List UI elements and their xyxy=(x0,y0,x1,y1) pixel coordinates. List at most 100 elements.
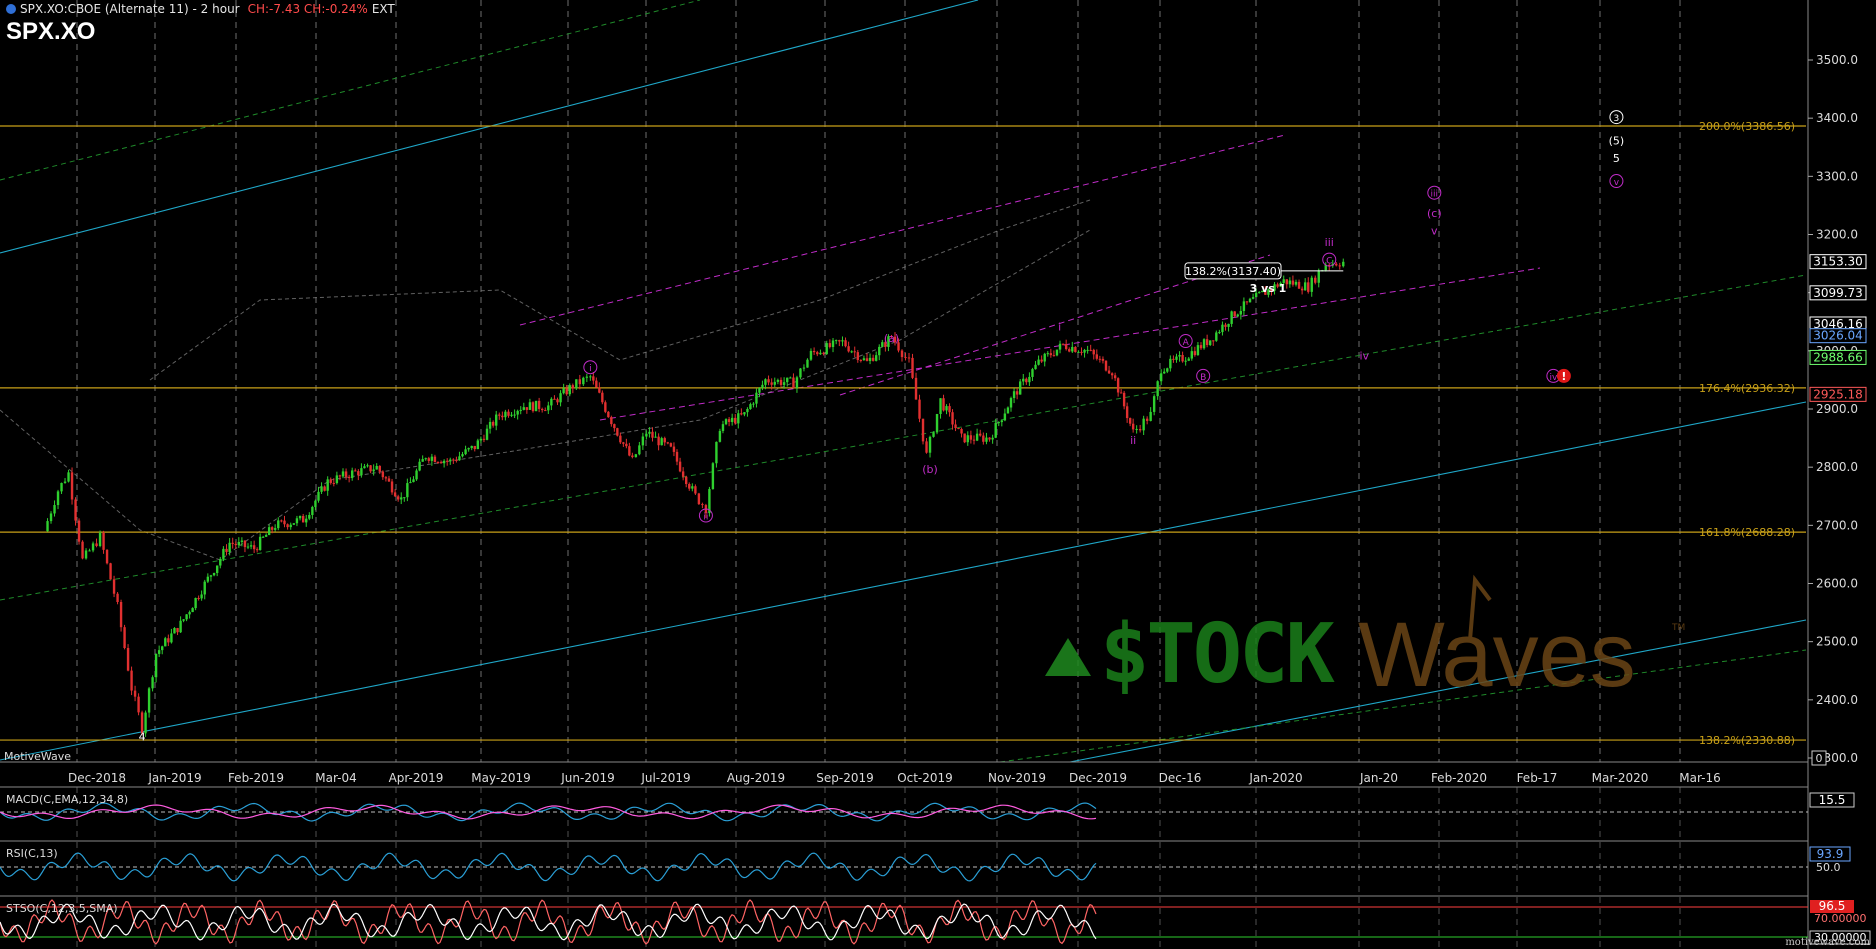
candle-body xyxy=(831,340,835,348)
candle-body xyxy=(645,433,648,437)
candle-body xyxy=(403,497,406,499)
candle-body xyxy=(173,628,176,634)
candle-body xyxy=(779,379,783,385)
candle-body xyxy=(874,355,878,361)
candle-body xyxy=(1224,324,1227,327)
wave-label: v xyxy=(1614,178,1620,188)
candle-body xyxy=(1135,428,1138,430)
candle-body xyxy=(212,573,216,576)
candle-body xyxy=(928,436,932,453)
candle-body xyxy=(1317,271,1320,283)
candle-body xyxy=(133,690,137,697)
candle-body xyxy=(610,417,613,425)
candle-body xyxy=(95,543,98,547)
channel-line-dashed xyxy=(0,0,701,181)
candle-body xyxy=(130,670,133,691)
price-marker-label: 3153.30 xyxy=(1813,255,1863,269)
candle-body xyxy=(701,504,704,506)
channel-line xyxy=(0,401,1807,761)
candle-body xyxy=(782,382,786,385)
candle-body xyxy=(582,377,585,385)
candle-body xyxy=(862,358,866,360)
candle-body xyxy=(273,528,277,530)
candle-body xyxy=(436,462,440,464)
candle-body xyxy=(1239,310,1243,315)
candle-body xyxy=(592,376,595,381)
fib-level-label: 200.0%(3386.56) xyxy=(1699,120,1795,133)
candle-body xyxy=(988,437,991,440)
wave-label: C xyxy=(1326,257,1332,267)
candle-body xyxy=(88,550,91,552)
candle-body xyxy=(458,456,461,461)
candle-body xyxy=(157,650,161,654)
candle-body xyxy=(550,398,553,406)
candle-body xyxy=(672,446,676,452)
candle-body xyxy=(264,535,268,537)
candle-body xyxy=(98,532,102,547)
candle-body xyxy=(975,433,979,441)
candle-body xyxy=(737,413,740,424)
candle-body xyxy=(63,481,67,483)
candle-body xyxy=(675,451,679,462)
candle-body xyxy=(116,593,119,603)
candle-body xyxy=(491,421,495,426)
candle-body xyxy=(338,475,342,477)
candle-body xyxy=(427,458,431,461)
time-axis-label: Mar-2020 xyxy=(1592,771,1649,785)
candle-body xyxy=(286,524,289,528)
candle-body xyxy=(1303,282,1307,291)
candle-body xyxy=(1086,349,1089,351)
rsi-value-label: 93.9 xyxy=(1817,847,1844,861)
candle-body xyxy=(433,456,437,463)
wave-label: v xyxy=(1431,225,1438,238)
moving-average xyxy=(0,229,1091,561)
wave-label: (b) xyxy=(922,463,938,476)
candle-body xyxy=(467,448,470,450)
candle-body xyxy=(1074,346,1077,353)
candle-body xyxy=(485,428,489,440)
candle-body xyxy=(350,470,354,479)
candle-body xyxy=(634,454,638,458)
candle-body xyxy=(844,340,847,347)
candle-body xyxy=(1119,392,1123,394)
candle-body xyxy=(335,475,339,484)
candle-body xyxy=(277,520,280,529)
candle-body xyxy=(137,696,140,713)
candle-body xyxy=(360,468,363,476)
candle-body xyxy=(806,359,809,368)
candle-body xyxy=(1009,398,1013,408)
wave-label: (a) xyxy=(884,332,899,345)
candle-body xyxy=(711,463,715,490)
candle-body xyxy=(119,602,123,628)
candle-body xyxy=(519,409,522,411)
candle-body xyxy=(252,545,256,550)
candle-body xyxy=(663,438,666,443)
candle-body xyxy=(622,442,625,444)
logo-tm: TM xyxy=(1671,623,1685,633)
candle-body xyxy=(1199,345,1203,349)
candle-body xyxy=(305,518,308,523)
wave-label: iii xyxy=(1325,236,1334,249)
wave-label: iv xyxy=(1549,373,1558,383)
candle-body xyxy=(1006,407,1010,414)
candle-body xyxy=(816,352,819,355)
candle-body xyxy=(200,594,203,599)
candle-body xyxy=(1064,344,1068,350)
time-axis-label: Feb-2020 xyxy=(1431,771,1487,785)
candle-body xyxy=(776,379,780,382)
candle-body xyxy=(396,496,400,500)
wave-label: 5 xyxy=(1613,152,1620,165)
candle-body xyxy=(455,459,458,461)
candle-body xyxy=(954,424,957,429)
price-chart[interactable]: 200.0%(3386.56) 176.4%(2936.32) 161.8%(268… xyxy=(0,0,1876,949)
candle-body xyxy=(868,357,872,361)
candle-body xyxy=(1101,358,1105,361)
candle-body xyxy=(960,429,963,434)
candle-body xyxy=(921,418,925,442)
candle-body xyxy=(366,465,369,467)
candle-body xyxy=(1245,301,1249,303)
candle-body xyxy=(963,433,966,443)
candle-body xyxy=(1230,311,1233,324)
candle-body xyxy=(1122,392,1126,407)
candle-body xyxy=(1310,277,1313,292)
